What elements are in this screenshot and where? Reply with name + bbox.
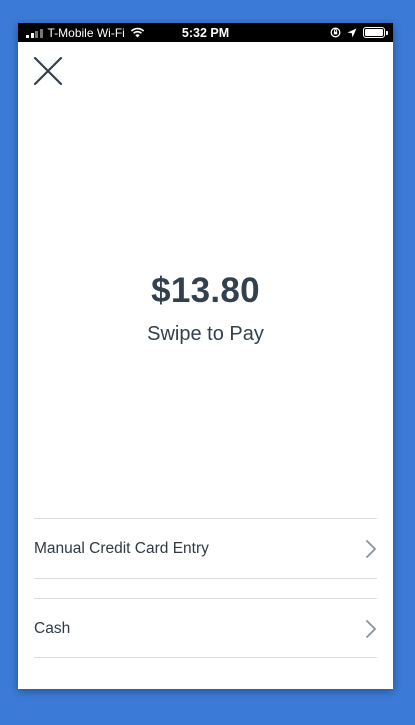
manual-credit-card-entry-label: Manual Credit Card Entry <box>34 540 209 557</box>
status-bar: T-Mobile Wi-Fi 5:32 PM <box>18 23 393 42</box>
cash-row[interactable]: Cash <box>34 600 377 658</box>
close-icon <box>33 56 63 86</box>
divider <box>34 598 377 599</box>
carrier-label: T-Mobile Wi-Fi <box>47 25 125 40</box>
orientation-lock-icon <box>330 27 341 38</box>
chevron-right-icon <box>366 620 376 638</box>
manual-credit-card-entry-row[interactable]: Manual Credit Card Entry <box>34 520 377 578</box>
location-icon <box>347 28 357 37</box>
status-right <box>330 27 388 38</box>
status-left: T-Mobile Wi-Fi <box>26 26 145 40</box>
wifi-icon <box>130 27 145 38</box>
battery-icon <box>363 27 388 38</box>
payment-amount: $13.80 <box>151 271 260 310</box>
divider <box>34 657 377 658</box>
signal-icon <box>26 28 43 38</box>
divider <box>34 578 377 579</box>
divider <box>34 518 377 519</box>
phone-screen: T-Mobile Wi-Fi 5:32 PM $13.80 Swipe to P… <box>18 23 393 689</box>
chevron-right-icon <box>366 540 376 558</box>
cash-label: Cash <box>34 620 71 637</box>
status-time: 5:32 PM <box>181 25 230 40</box>
swipe-instruction: Swipe to Pay <box>147 323 264 345</box>
close-button[interactable] <box>32 55 64 87</box>
